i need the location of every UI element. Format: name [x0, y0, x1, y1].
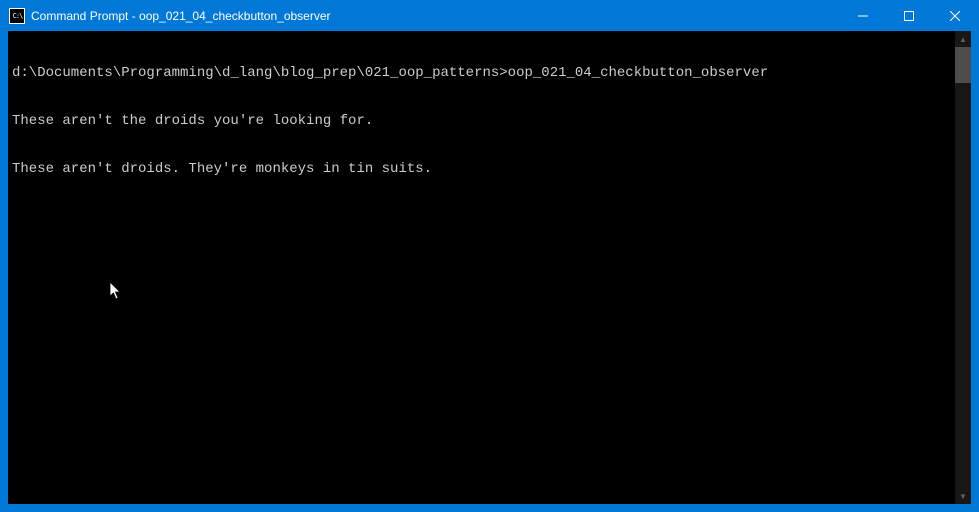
- window-title: Command Prompt - oop_021_04_checkbutton_…: [31, 9, 840, 23]
- scroll-thumb[interactable]: [955, 47, 971, 83]
- terminal-content[interactable]: d:\Documents\Programming\d_lang\blog_pre…: [8, 31, 955, 504]
- terminal-area[interactable]: d:\Documents\Programming\d_lang\blog_pre…: [8, 31, 971, 504]
- maximize-icon: [904, 11, 914, 21]
- scroll-down-arrow[interactable]: ▼: [955, 488, 971, 504]
- close-icon: [950, 11, 960, 21]
- maximize-button[interactable]: [886, 1, 932, 31]
- command-prompt-window: C:\ Command Prompt - oop_021_04_checkbut…: [0, 0, 979, 512]
- minimize-icon: [858, 11, 868, 21]
- close-button[interactable]: [932, 1, 978, 31]
- minimize-button[interactable]: [840, 1, 886, 31]
- window-controls: [840, 1, 978, 31]
- terminal-line: These aren't the droids you're looking f…: [12, 113, 951, 129]
- terminal-line: These aren't droids. They're monkeys in …: [12, 161, 951, 177]
- terminal-line: d:\Documents\Programming\d_lang\blog_pre…: [12, 65, 951, 81]
- scroll-up-arrow[interactable]: ▲: [955, 31, 971, 47]
- vertical-scrollbar[interactable]: ▲ ▼: [955, 31, 971, 504]
- cmd-icon: C:\: [9, 8, 25, 24]
- titlebar[interactable]: C:\ Command Prompt - oop_021_04_checkbut…: [1, 1, 978, 31]
